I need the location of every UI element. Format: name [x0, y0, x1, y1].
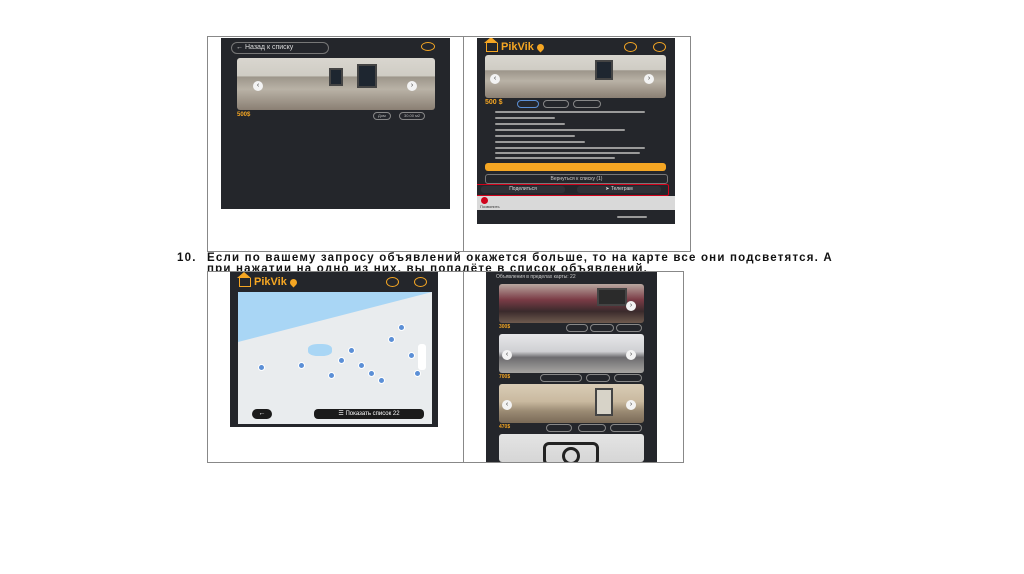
- eye-icon[interactable]: [414, 277, 427, 287]
- app-name: PikVik: [254, 276, 287, 288]
- listing-marker[interactable]: [338, 357, 345, 364]
- call-fab[interactable]: Позвонить: [477, 196, 675, 210]
- screen-listing-detail: PikVik ‹ › 500 $ Вернуться к списку (1) …: [477, 38, 675, 224]
- chip: [590, 324, 614, 332]
- listing-photo-placeholder[interactable]: [499, 434, 644, 462]
- chip: [546, 424, 572, 432]
- arrow-left-icon: ←: [236, 44, 243, 51]
- telegram-button[interactable]: ➤ Телеграм: [577, 186, 661, 193]
- back-to-list-label: Вернуться к списку (1): [550, 176, 603, 182]
- call-label: Позвонить: [480, 204, 500, 209]
- listing-price: 500$: [237, 112, 251, 118]
- prev-photo-icon[interactable]: ‹: [502, 350, 512, 360]
- screen-map: PikVik ← ☰ Показать список 22: [230, 272, 438, 427]
- description-line: [495, 147, 645, 149]
- show-list-button[interactable]: ☰ Показать список 22: [314, 409, 424, 419]
- chip: [517, 100, 539, 108]
- location-pin-icon: [288, 277, 299, 287]
- app-logo: PikVik: [484, 38, 546, 53]
- chip: [566, 324, 588, 332]
- listing-marker[interactable]: [348, 347, 355, 354]
- share-button[interactable]: Поделиться: [481, 186, 565, 193]
- info-line: [495, 123, 565, 125]
- info-line: [495, 135, 575, 137]
- next-photo-icon[interactable]: ›: [407, 81, 417, 91]
- screen-listings-list: Объявления в пределах карты: 22 › 300$ ‹…: [486, 272, 657, 462]
- house-icon: [484, 38, 498, 52]
- listing-marker[interactable]: [414, 370, 421, 377]
- show-list-label: Показать список 22: [345, 411, 400, 417]
- listing-price: 700$: [499, 374, 511, 380]
- back-to-list-label: Назад к списку: [244, 44, 294, 51]
- house-icon: [237, 272, 251, 287]
- listing-photo[interactable]: [499, 384, 644, 423]
- list-header: Объявления в пределах карты: 22: [496, 274, 576, 280]
- next-photo-icon[interactable]: ›: [626, 301, 636, 311]
- listing-price: 470$: [499, 424, 511, 430]
- info-line: [495, 129, 625, 131]
- listing-marker[interactable]: [378, 377, 385, 384]
- listing-marker[interactable]: [358, 362, 365, 369]
- listing-marker[interactable]: [408, 352, 415, 359]
- map-back-button[interactable]: ←: [252, 409, 272, 419]
- back-to-list-button[interactable]: ← Назад к списку: [231, 42, 329, 54]
- listing-photo[interactable]: [499, 334, 644, 373]
- listing-marker[interactable]: [258, 364, 265, 371]
- address-line: [495, 111, 645, 113]
- info-line: [495, 117, 555, 119]
- share-label: Поделиться: [509, 186, 537, 192]
- footer-line: [617, 216, 647, 218]
- app-name: PikVik: [501, 41, 534, 53]
- apartment-photo[interactable]: [485, 55, 666, 98]
- chip: [573, 100, 601, 108]
- next-photo-icon[interactable]: ›: [644, 74, 654, 84]
- listing-marker[interactable]: [298, 362, 305, 369]
- back-to-list-button[interactable]: Вернуться к списку (1): [485, 174, 668, 184]
- zoom-controls[interactable]: [418, 344, 426, 370]
- step-caption: 10.: [177, 252, 197, 264]
- telegram-label: Телеграм: [610, 186, 633, 192]
- screen-photo-viewer: ← Назад к списку ‹ › 500$ Дом 30.00 м2: [221, 38, 450, 209]
- description-line: [495, 152, 640, 154]
- detail-price: 500 $: [485, 99, 503, 106]
- listing-marker[interactable]: [398, 324, 405, 331]
- location-pin-icon: [535, 42, 546, 52]
- area-chip: 30.00 м2: [399, 112, 426, 120]
- listing-marker[interactable]: [328, 372, 335, 379]
- listing-marker[interactable]: [368, 370, 375, 377]
- chip: [586, 374, 610, 382]
- next-photo-icon[interactable]: ›: [626, 350, 636, 360]
- lake: [308, 344, 332, 356]
- listing-marker[interactable]: [388, 336, 395, 343]
- info-line: [495, 141, 585, 143]
- top-table-divider: [463, 36, 464, 252]
- listing-price: 300$: [499, 324, 511, 330]
- map-view[interactable]: ← ☰ Показать список 22: [238, 292, 432, 424]
- chip: [543, 100, 569, 108]
- chip: [616, 324, 642, 332]
- chip: [540, 374, 582, 382]
- bottom-table-divider: [463, 271, 464, 463]
- app-logo: PikVik: [237, 272, 299, 288]
- description-line: [495, 157, 615, 159]
- eye-icon[interactable]: [653, 42, 666, 52]
- prev-photo-icon[interactable]: ‹: [502, 400, 512, 410]
- prev-photo-icon[interactable]: ‹: [490, 74, 500, 84]
- phone-icon: [481, 197, 488, 204]
- step-number: 10.: [177, 252, 197, 264]
- type-chip: Дом: [373, 112, 391, 120]
- chip: [614, 374, 642, 382]
- chip: [578, 424, 606, 432]
- call-button[interactable]: [485, 163, 666, 171]
- next-photo-icon[interactable]: ›: [626, 400, 636, 410]
- globe-icon[interactable]: [386, 277, 399, 287]
- prev-photo-icon[interactable]: ‹: [253, 81, 263, 91]
- close-icon[interactable]: [421, 42, 435, 51]
- listing-photo[interactable]: [499, 284, 644, 323]
- chip: [610, 424, 642, 432]
- globe-icon[interactable]: [624, 42, 637, 52]
- sea: [238, 292, 432, 342]
- apartment-photo[interactable]: [237, 58, 435, 110]
